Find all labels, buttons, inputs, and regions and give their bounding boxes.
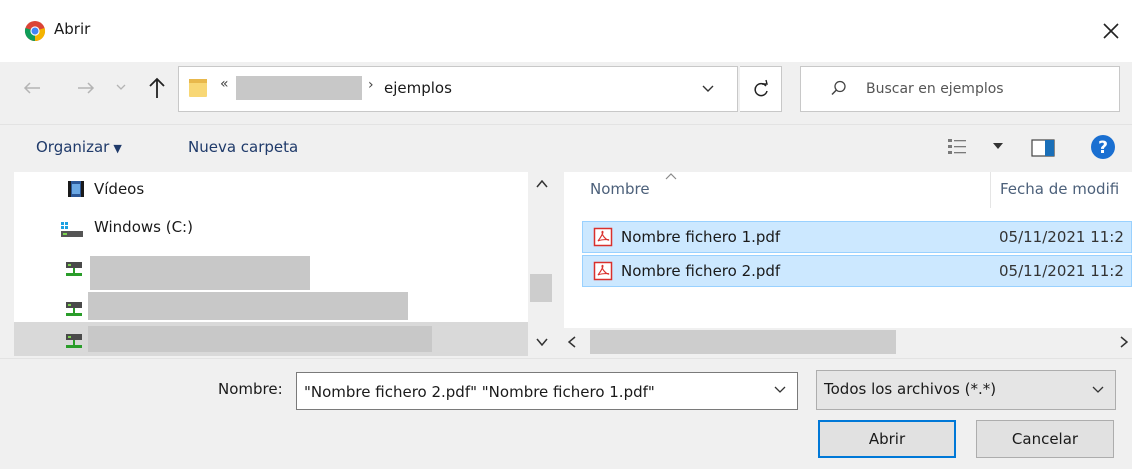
scrollbar-thumb[interactable] (590, 330, 896, 354)
file-name: Nombre fichero 1.pdf (621, 228, 781, 246)
file-row[interactable]: Nombre fichero 1.pdf 05/11/2021 11:2 (582, 221, 1132, 253)
pdf-icon (593, 227, 613, 247)
preview-pane-icon[interactable] (1030, 137, 1056, 159)
search-input[interactable] (866, 78, 1106, 100)
breadcrumb-current[interactable]: ejemplos (384, 79, 452, 97)
breadcrumb-redacted[interactable] (236, 76, 362, 100)
search-icon (830, 79, 848, 97)
redacted-label (88, 326, 432, 352)
tree-item-videos[interactable]: Vídeos (14, 172, 528, 208)
file-date: 05/11/2021 11:2 (999, 228, 1124, 246)
open-button[interactable]: Abrir (818, 420, 956, 458)
file-date: 05/11/2021 11:2 (999, 262, 1124, 280)
tree-item-network-drive-selected[interactable] (14, 322, 528, 356)
toolbar-divider (0, 124, 1132, 125)
folder-icon (186, 76, 210, 100)
chrome-icon (24, 20, 46, 42)
arrow-left-icon[interactable] (20, 76, 44, 100)
arrow-up-icon[interactable] (144, 74, 170, 102)
tree-item-network-drive[interactable] (14, 290, 528, 326)
column-header-name[interactable]: Nombre (590, 180, 650, 198)
chevron-down-icon[interactable] (695, 78, 721, 100)
chevron-down-icon[interactable] (536, 338, 548, 346)
arrow-right-icon[interactable] (74, 76, 98, 100)
filename-input[interactable] (304, 381, 766, 403)
column-header-date[interactable]: Fecha de modifi (1000, 180, 1132, 198)
window-title: Abrir (54, 20, 91, 38)
tree-item-network-drive[interactable] (14, 250, 528, 290)
breadcrumb-separator[interactable]: › (368, 77, 374, 93)
caret-down-icon[interactable] (992, 142, 1004, 150)
redacted-label (88, 292, 408, 320)
filetype-value: Todos los archivos (*.*) (824, 380, 997, 398)
file-row[interactable]: Nombre fichero 2.pdf 05/11/2021 11:2 (582, 255, 1132, 287)
column-divider[interactable] (990, 172, 991, 208)
chevron-up-icon[interactable] (536, 180, 548, 188)
tree-item-windows-c[interactable]: Windows (C:) (14, 210, 528, 246)
new-folder-button[interactable]: Nueva carpeta (188, 138, 298, 156)
svg-text:?: ? (1098, 138, 1108, 158)
chevron-left-icon[interactable] (568, 336, 576, 348)
chevron-down-icon[interactable] (114, 80, 128, 94)
chevron-right-icon[interactable] (1120, 336, 1128, 348)
tree-item-label: Windows (C:) (94, 218, 193, 236)
sort-indicator-icon (664, 172, 678, 180)
navigation-scrollbar[interactable] (528, 172, 556, 356)
close-icon[interactable] (1098, 18, 1124, 44)
caret-down-icon: ▼ (113, 142, 122, 155)
breadcrumb-overflow[interactable]: « (220, 76, 229, 92)
footer-divider (0, 358, 1132, 359)
filename-label: Nombre: (218, 380, 283, 398)
drive-icon (60, 220, 83, 238)
redacted-label (90, 256, 310, 290)
organize-label: Organizar (36, 138, 110, 156)
pdf-icon (593, 261, 613, 281)
help-icon[interactable]: ? (1090, 134, 1116, 160)
view-details-icon[interactable] (946, 136, 968, 156)
title-bar (0, 0, 1132, 62)
chevron-down-icon[interactable] (1092, 386, 1104, 394)
file-name: Nombre fichero 2.pdf (621, 262, 781, 280)
organize-button[interactable]: Organizar ▼ (36, 138, 122, 156)
network-drive-icon (64, 260, 84, 278)
network-drive-icon (64, 332, 84, 350)
scrollbar-thumb[interactable] (530, 274, 552, 302)
refresh-icon[interactable] (750, 78, 772, 100)
network-drive-icon (64, 300, 84, 318)
videos-icon (66, 180, 86, 198)
chevron-down-icon[interactable] (774, 386, 786, 394)
tree-item-label: Vídeos (94, 180, 145, 198)
cancel-button[interactable]: Cancelar (976, 420, 1114, 458)
